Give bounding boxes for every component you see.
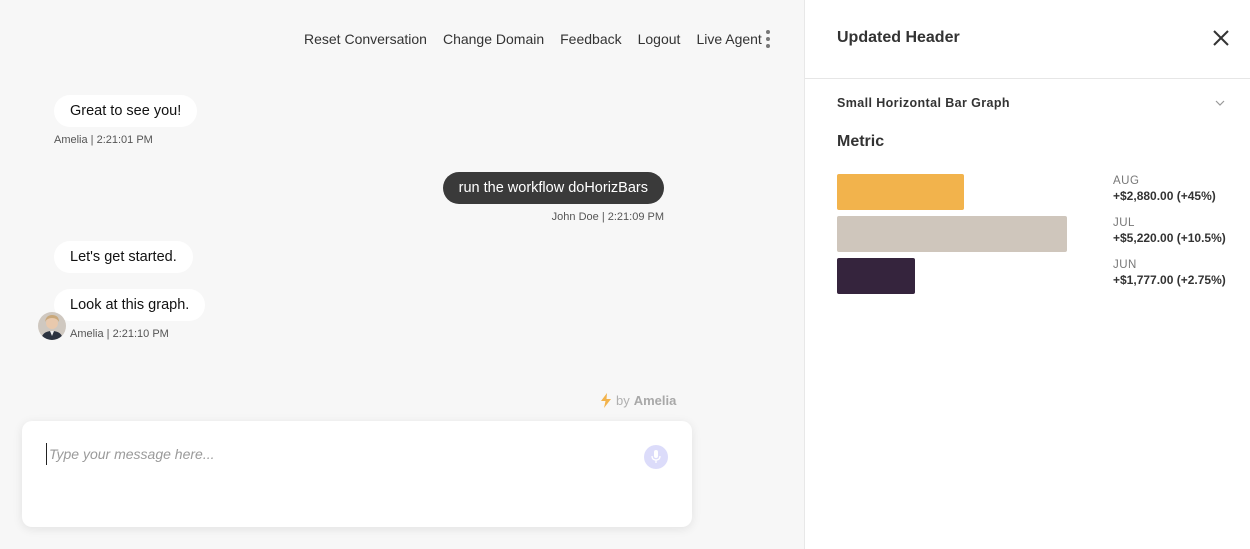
top-nav: Reset Conversation Change Domain Feedbac… xyxy=(304,31,778,47)
bar-row: JUL +$5,220.00 (+10.5%) xyxy=(837,216,1227,254)
bot-message: Look at this graph. xyxy=(54,289,206,321)
chart-title: Metric xyxy=(837,133,885,150)
side-panel: Updated Header Small Horizontal Bar Grap… xyxy=(804,0,1250,549)
panel-header: Updated Header xyxy=(805,0,1250,79)
bar-row: AUG +$2,880.00 (+45%) xyxy=(837,174,1227,212)
bar-value-label: +$1,777.00 (+2.75%) xyxy=(1113,273,1226,287)
bar-category-label: JUL xyxy=(1113,217,1135,229)
lightning-icon xyxy=(601,393,611,408)
bar-value-label: +$2,880.00 (+45%) xyxy=(1113,189,1216,203)
avatar xyxy=(38,312,66,340)
logout-link[interactable]: Logout xyxy=(638,31,681,47)
message-meta: John Doe | 2:21:09 PM xyxy=(551,211,664,223)
bar-row: JUN +$1,777.00 (+2.75%) xyxy=(837,258,1227,296)
microphone-icon[interactable] xyxy=(644,445,668,469)
bar-jun xyxy=(837,258,915,294)
brand-name: Amelia xyxy=(633,393,677,408)
bot-message: Let's get started. xyxy=(54,241,193,273)
change-domain-link[interactable]: Change Domain xyxy=(443,31,544,47)
reset-conversation-link[interactable]: Reset Conversation xyxy=(304,31,427,47)
message-composer xyxy=(22,421,692,527)
feedback-link[interactable]: Feedback xyxy=(560,31,621,47)
section-title: Small Horizontal Bar Graph xyxy=(837,96,1010,110)
live-agent-link[interactable]: Live Agent xyxy=(696,31,761,47)
message-meta: Amelia | 2:21:01 PM xyxy=(54,134,153,146)
bot-message: Great to see you! xyxy=(54,95,198,127)
bar-category-label: JUN xyxy=(1113,259,1137,271)
bar-label: AUG +$2,880.00 (+45%) xyxy=(1113,174,1216,204)
user-message: run the workflow doHorizBars xyxy=(442,172,664,204)
bar-jul xyxy=(837,216,1067,252)
powered-by: by Amelia xyxy=(600,393,676,408)
chevron-down-icon[interactable] xyxy=(1215,99,1225,107)
message-input[interactable] xyxy=(46,443,626,465)
message-meta: Amelia | 2:21:10 PM xyxy=(70,328,169,340)
bar-label: JUL +$5,220.00 (+10.5%) xyxy=(1113,216,1226,246)
more-options-icon[interactable] xyxy=(764,30,772,48)
bar-category-label: AUG xyxy=(1113,175,1140,187)
powered-by-label: by xyxy=(616,393,630,408)
bar-label: JUN +$1,777.00 (+2.75%) xyxy=(1113,258,1226,288)
chat-pane: Reset Conversation Change Domain Feedbac… xyxy=(0,0,804,549)
panel-title: Updated Header xyxy=(837,29,960,46)
bar-value-label: +$5,220.00 (+10.5%) xyxy=(1113,231,1226,245)
bar-aug xyxy=(837,174,964,210)
close-icon[interactable] xyxy=(1212,29,1230,47)
